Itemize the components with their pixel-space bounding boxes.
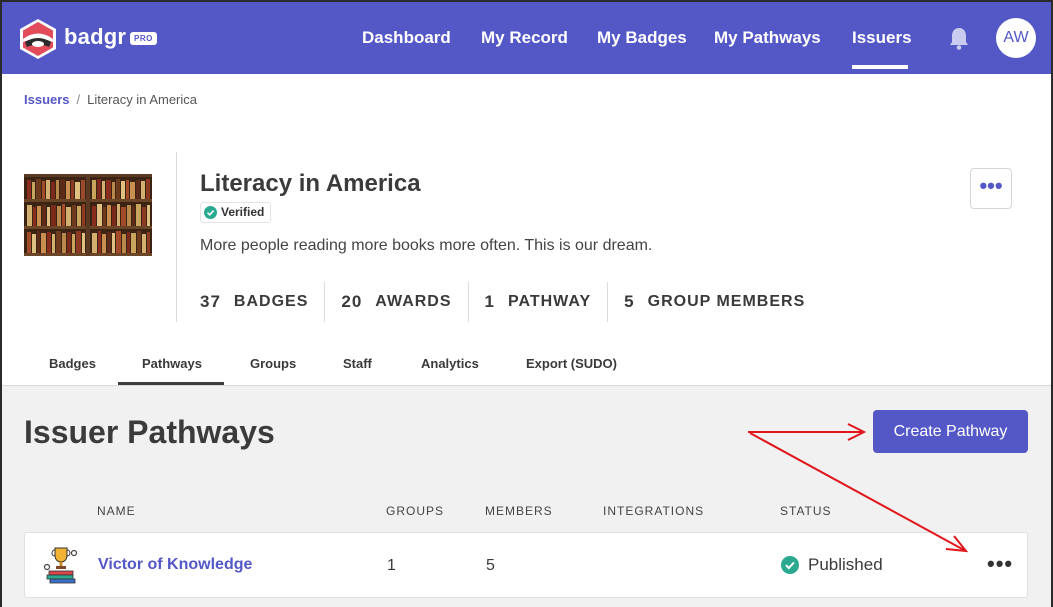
breadcrumb-issuers-link[interactable]: Issuers — [24, 92, 70, 107]
header-divider — [176, 152, 177, 322]
tab-pathways[interactable]: Pathways — [142, 356, 202, 371]
pathways-panel: Issuer Pathways Create Pathway NAME GROU… — [2, 386, 1051, 607]
badger-hex-icon — [20, 19, 56, 59]
create-pathway-button[interactable]: Create Pathway — [873, 410, 1028, 453]
verified-check-icon — [204, 206, 217, 219]
column-header-integrations: INTEGRATIONS — [603, 504, 705, 518]
stat-pathway: 1 PATHWAY — [467, 282, 608, 322]
column-header-name: NAME — [97, 504, 136, 518]
pathway-more-button[interactable]: ••• — [987, 551, 1013, 577]
published-check-icon — [781, 556, 799, 574]
user-avatar[interactable]: AW — [996, 18, 1036, 58]
tab-export[interactable]: Export (SUDO) — [526, 356, 617, 371]
stat-pathway-count: 1 — [484, 292, 495, 311]
stat-awards-label: AWARDS — [375, 293, 452, 310]
verified-badge: Verified — [200, 202, 272, 223]
nav-my-pathways[interactable]: My Pathways — [714, 28, 821, 48]
page-title: Issuer Pathways — [24, 414, 275, 450]
badgr-logo[interactable]: badgr PRO — [18, 18, 158, 60]
nav-dashboard[interactable]: Dashboard — [362, 28, 451, 48]
tab-badges[interactable]: Badges — [49, 356, 96, 371]
column-header-status: STATUS — [780, 504, 832, 518]
stat-badges: 37 BADGES — [200, 282, 324, 322]
column-header-members: MEMBERS — [485, 504, 553, 518]
nav-my-record[interactable]: My Record — [481, 28, 568, 48]
verified-label: Verified — [221, 205, 265, 219]
table-row[interactable]: Victor of Knowledge 1 5 Published ••• — [24, 532, 1028, 598]
stat-badges-count: 37 — [200, 292, 221, 311]
pathway-status-label: Published — [808, 555, 883, 574]
pro-badge: PRO — [130, 32, 157, 45]
breadcrumb-separator: / — [76, 92, 81, 107]
column-header-groups: GROUPS — [386, 504, 445, 518]
stat-awards-count: 20 — [341, 292, 363, 311]
stat-awards: 20 AWARDS — [324, 282, 467, 322]
issuer-more-button[interactable]: ••• — [970, 168, 1012, 209]
nav-active-indicator — [852, 65, 908, 69]
pathway-status: Published — [781, 555, 883, 575]
issuer-bookshelf-image — [24, 174, 152, 256]
issuer-description: More people reading more books more ofte… — [200, 237, 653, 254]
tab-analytics[interactable]: Analytics — [421, 356, 479, 371]
trophy-books-icon — [43, 547, 78, 584]
issuer-title: Literacy in America — [200, 170, 421, 197]
pathway-members-count: 5 — [486, 557, 495, 574]
tab-groups[interactable]: Groups — [250, 356, 296, 371]
tab-active-indicator — [118, 382, 224, 385]
issuer-tabs: Badges Pathways Groups Staff Analytics E… — [2, 348, 1051, 386]
nav-my-badges[interactable]: My Badges — [597, 28, 687, 48]
top-navigation: badgr PRO Dashboard My Record My Badges … — [2, 2, 1051, 74]
pathway-groups-count: 1 — [387, 557, 396, 574]
breadcrumb: Issuers / Literacy in America — [24, 92, 197, 107]
stat-pathway-label: PATHWAY — [508, 293, 592, 310]
breadcrumb-current: Literacy in America — [87, 92, 197, 107]
tab-staff[interactable]: Staff — [343, 356, 372, 371]
stat-group-members-label: GROUP MEMBERS — [647, 293, 806, 310]
issuer-stats: 37 BADGES 20 AWARDS 1 PATHWAY 5 GROUP ME… — [200, 282, 821, 322]
bell-icon[interactable] — [948, 26, 970, 50]
stat-badges-label: BADGES — [233, 293, 309, 310]
stat-group-members: 5 GROUP MEMBERS — [607, 282, 821, 322]
pathway-name-link[interactable]: Victor of Knowledge — [98, 556, 252, 574]
nav-issuers[interactable]: Issuers — [852, 28, 912, 48]
stat-group-members-count: 5 — [624, 292, 635, 311]
brand-name: badgr — [64, 24, 127, 49]
